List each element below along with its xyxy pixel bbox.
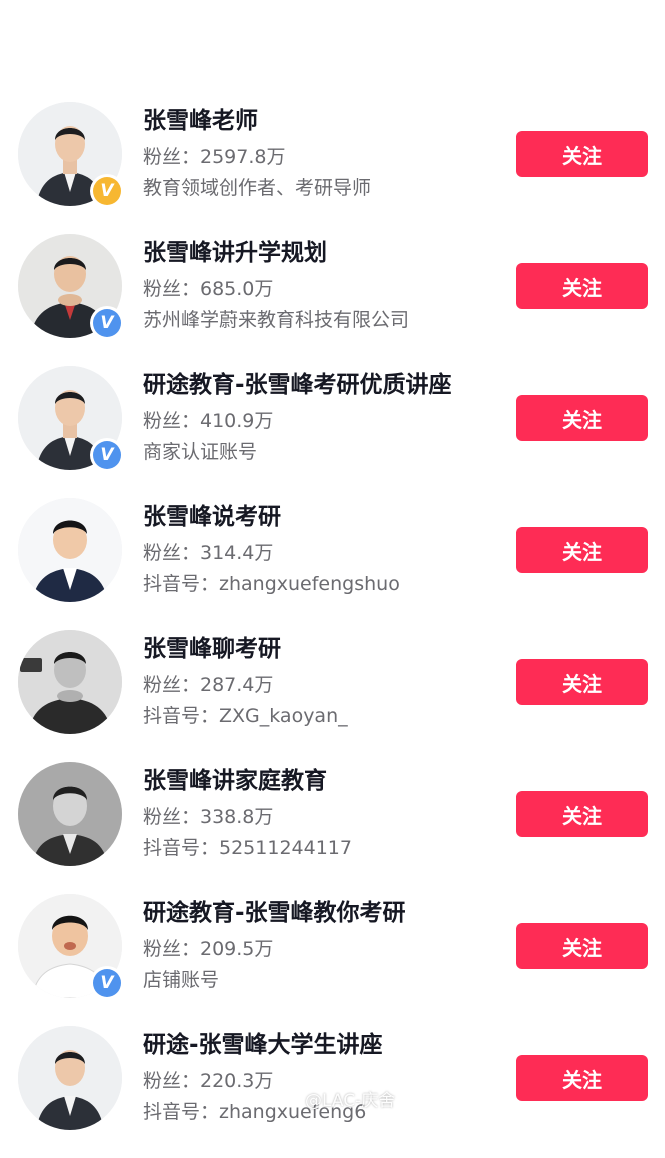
blue-v-badge-icon: V: [93, 969, 121, 997]
follow-button[interactable]: 关注: [516, 131, 648, 177]
account-row[interactable]: 张雪峰说考研 粉丝：314.4万 抖音号：zhangxuefengshuo 关注: [0, 498, 665, 630]
avatar[interactable]: [18, 630, 122, 734]
account-row[interactable]: V 张雪峰讲升学规划 粉丝：685.0万 苏州峰学蔚来教育科技有限公司 关注: [0, 234, 665, 366]
avatar[interactable]: [18, 762, 122, 866]
account-name[interactable]: 张雪峰老师: [143, 106, 258, 136]
avatar[interactable]: V: [18, 102, 124, 208]
follower-count: 粉丝：220.3万: [143, 1070, 274, 1092]
follower-count: 粉丝：410.9万: [143, 410, 274, 432]
avatar-photo: [18, 630, 122, 734]
follower-count: 粉丝：685.0万: [143, 278, 274, 300]
avatar[interactable]: V: [18, 894, 124, 1000]
follower-count: 粉丝：314.4万: [143, 542, 274, 564]
account-row[interactable]: V 研途教育-张雪峰教你考研 粉丝：209.5万 店铺账号 关注: [0, 894, 665, 1026]
avatar[interactable]: [18, 1026, 122, 1130]
blue-v-badge-icon: V: [93, 309, 121, 337]
blue-v-badge-icon: V: [93, 441, 121, 469]
account-row[interactable]: V 研途教育-张雪峰考研优质讲座 粉丝：410.9万 商家认证账号 关注: [0, 366, 665, 498]
account-description: 苏州峰学蔚来教育科技有限公司: [143, 309, 410, 331]
follower-count: 粉丝：338.8万: [143, 806, 274, 828]
verified-badge: V: [90, 306, 124, 340]
follow-button[interactable]: 关注: [516, 791, 648, 837]
watermark: @LAC-庆舍: [305, 1091, 396, 1111]
follow-button[interactable]: 关注: [516, 395, 648, 441]
avatar[interactable]: V: [18, 366, 124, 472]
follow-button[interactable]: 关注: [516, 923, 648, 969]
account-name[interactable]: 研途教育-张雪峰教你考研: [143, 898, 406, 928]
follow-button[interactable]: 关注: [516, 527, 648, 573]
account-description: 店铺账号: [143, 969, 220, 991]
account-row[interactable]: V 张雪峰老师 粉丝：2597.8万 教育领域创作者、考研导师 关注: [0, 102, 665, 234]
account-name[interactable]: 张雪峰讲升学规划: [143, 238, 327, 268]
account-description: 教育领域创作者、考研导师: [143, 177, 372, 199]
verified-badge: V: [90, 438, 124, 472]
verified-badge: V: [90, 966, 124, 1000]
account-name[interactable]: 张雪峰说考研: [143, 502, 281, 532]
account-description: 商家认证账号: [143, 441, 258, 463]
follow-button[interactable]: 关注: [516, 1055, 648, 1101]
follow-button[interactable]: 关注: [516, 659, 648, 705]
follower-count: 粉丝：287.4万: [143, 674, 274, 696]
account-row[interactable]: 张雪峰聊考研 粉丝：287.4万 抖音号：ZXG_kaoyan_ 关注: [0, 630, 665, 762]
account-description: 抖音号：ZXG_kaoyan_: [143, 705, 348, 727]
avatar-photo: [18, 1026, 122, 1130]
account-row[interactable]: 张雪峰讲家庭教育 粉丝：338.8万 抖音号：52511244117 关注: [0, 762, 665, 894]
avatar-photo: [18, 762, 122, 866]
account-name[interactable]: 张雪峰讲家庭教育: [143, 766, 327, 796]
follower-count: 粉丝：2597.8万: [143, 146, 286, 168]
search-results-list: V 张雪峰老师 粉丝：2597.8万 教育领域创作者、考研导师 关注 V 张雪峰…: [0, 0, 665, 1130]
account-name[interactable]: 张雪峰聊考研: [143, 634, 281, 664]
account-description: 抖音号：52511244117: [143, 837, 352, 859]
account-description: 抖音号：zhangxuefengshuo: [143, 573, 400, 595]
account-name[interactable]: 研途-张雪峰大学生讲座: [143, 1030, 383, 1060]
avatar-photo: [18, 498, 122, 602]
yellow-v-badge-icon: V: [93, 177, 121, 205]
follow-button[interactable]: 关注: [516, 263, 648, 309]
avatar[interactable]: [18, 498, 122, 602]
follower-count: 粉丝：209.5万: [143, 938, 274, 960]
avatar[interactable]: V: [18, 234, 124, 340]
account-name[interactable]: 研途教育-张雪峰考研优质讲座: [143, 370, 452, 400]
verified-badge: V: [90, 174, 124, 208]
